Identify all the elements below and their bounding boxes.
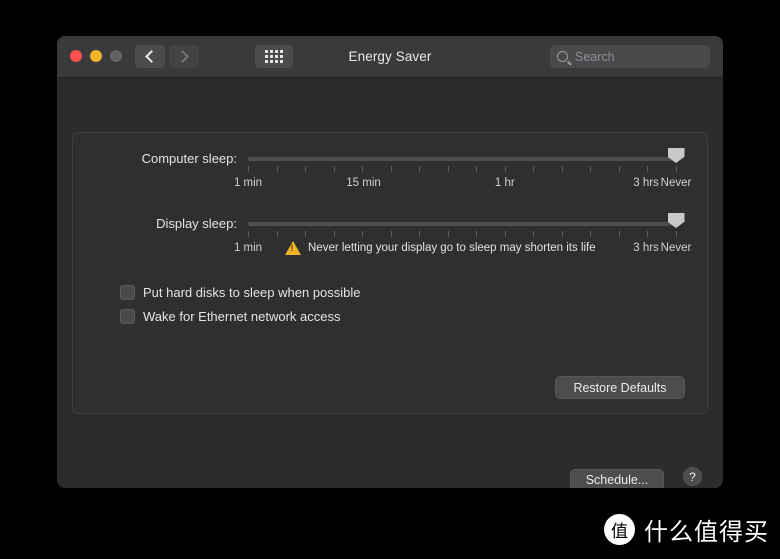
slider-tick bbox=[390, 166, 392, 172]
slider-tick bbox=[276, 166, 278, 172]
slider-tick bbox=[476, 231, 478, 237]
slider-tick bbox=[276, 231, 278, 237]
restore-defaults-button[interactable]: Restore Defaults bbox=[555, 376, 685, 399]
help-button[interactable]: ? bbox=[683, 467, 702, 486]
scale-label: 1 min bbox=[233, 177, 263, 189]
checkbox-row-wake-ethernet[interactable]: Wake for Ethernet network access bbox=[120, 309, 341, 324]
slider-tick bbox=[561, 166, 563, 172]
slider-tick bbox=[647, 166, 649, 172]
slider-tick bbox=[305, 231, 307, 237]
computer-sleep-label: Computer sleep: bbox=[141, 151, 237, 166]
watermark: 值 什么值得买 bbox=[604, 512, 769, 547]
checkbox-put-hard-disks-to-sleep[interactable] bbox=[120, 285, 135, 300]
display-sleep-slider[interactable] bbox=[248, 213, 685, 237]
checkbox-row-hard-disks[interactable]: Put hard disks to sleep when possible bbox=[120, 285, 361, 300]
slider-tick bbox=[447, 231, 449, 237]
scale-label: 3 hrs bbox=[633, 242, 659, 254]
slider-tick bbox=[447, 166, 449, 172]
search-field[interactable]: Search bbox=[550, 45, 710, 68]
settings-panel: Computer sleep: 1 min 15 min 1 hr 3 hrs Neve… bbox=[72, 132, 708, 414]
search-icon bbox=[557, 51, 568, 62]
slider-track bbox=[248, 222, 676, 226]
scale-label: 3 hrs bbox=[633, 177, 659, 189]
slider-tick bbox=[305, 166, 307, 172]
scale-label: 1 min bbox=[233, 242, 263, 254]
watermark-text: 什么值得买 bbox=[644, 518, 769, 546]
slider-track bbox=[248, 157, 676, 161]
computer-sleep-slider[interactable] bbox=[248, 148, 685, 172]
slider-tick bbox=[504, 166, 506, 172]
checkbox-label: Wake for Ethernet network access bbox=[143, 309, 341, 324]
slider-tick bbox=[248, 231, 249, 237]
slider-tick bbox=[533, 231, 535, 237]
slider-tick bbox=[590, 166, 592, 172]
watermark-badge-icon: 值 bbox=[604, 514, 635, 545]
search-placeholder: Search bbox=[575, 49, 615, 64]
slider-tick bbox=[419, 231, 421, 237]
slider-tick bbox=[248, 166, 249, 172]
slider-tick bbox=[618, 166, 620, 172]
schedule-button[interactable]: Schedule... bbox=[570, 469, 664, 488]
slider-tick bbox=[590, 231, 592, 237]
scale-label: Never bbox=[660, 242, 692, 254]
checkbox-wake-for-ethernet[interactable] bbox=[120, 309, 135, 324]
energy-saver-window: Energy Saver Search Computer sleep: 1 mi… bbox=[57, 36, 723, 488]
slider-tick bbox=[504, 231, 506, 237]
slider-tick bbox=[419, 166, 421, 172]
slider-tick bbox=[362, 231, 364, 237]
scale-label: Never bbox=[660, 177, 692, 189]
display-sleep-label: Display sleep: bbox=[156, 216, 237, 231]
display-sleep-warning: Never letting your display go to sleep m… bbox=[285, 241, 596, 255]
slider-tick bbox=[676, 166, 677, 172]
warning-triangle-icon bbox=[285, 241, 301, 255]
scale-label: 15 min bbox=[346, 177, 381, 189]
slider-ticks bbox=[248, 231, 677, 237]
slider-tick bbox=[333, 231, 335, 237]
warning-text: Never letting your display go to sleep m… bbox=[308, 242, 596, 254]
computer-sleep-scale: 1 min 15 min 1 hr 3 hrs Never bbox=[234, 177, 691, 193]
checkbox-label: Put hard disks to sleep when possible bbox=[143, 285, 361, 300]
scale-label: 1 hr bbox=[494, 177, 515, 189]
slider-tick bbox=[618, 231, 620, 237]
slider-tick bbox=[533, 166, 535, 172]
slider-tick bbox=[390, 231, 392, 237]
slider-tick bbox=[333, 166, 335, 172]
slider-tick bbox=[676, 231, 677, 237]
slider-tick bbox=[476, 166, 478, 172]
slider-tick bbox=[647, 231, 649, 237]
window-titlebar: Energy Saver Search bbox=[57, 36, 723, 78]
slider-tick bbox=[561, 231, 563, 237]
slider-tick bbox=[362, 166, 364, 172]
window-body: Computer sleep: 1 min 15 min 1 hr 3 hrs Neve… bbox=[57, 78, 723, 488]
slider-ticks bbox=[248, 166, 677, 172]
